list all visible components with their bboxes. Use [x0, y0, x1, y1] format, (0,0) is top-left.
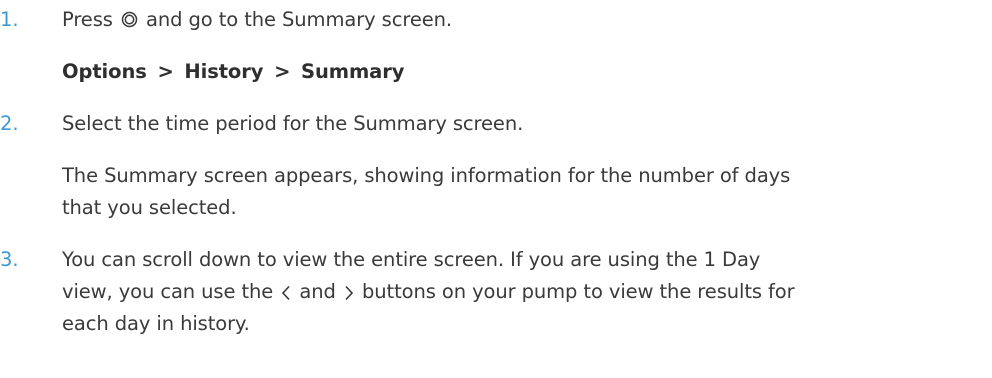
menu-path-separator: >	[157, 60, 174, 83]
step-text: view, you can use the and buttons on you…	[62, 280, 795, 304]
step-text-before: Press	[62, 8, 113, 31]
step-text-segment: buttons on your pump to view the results…	[362, 280, 795, 303]
step-number: 2.	[0, 112, 19, 135]
chevron-right-icon	[344, 283, 354, 300]
step-number: 3.	[0, 248, 19, 271]
menu-path-item: Summary	[301, 60, 405, 83]
step-text: You can scroll down to view the entire s…	[62, 248, 761, 271]
menu-path: Options > History > Summary	[62, 60, 404, 84]
step-text-segment: and	[299, 280, 336, 303]
step-text: Select the time period for the Summary s…	[62, 112, 524, 135]
step-result-text: The Summary screen appears, showing info…	[62, 164, 791, 187]
step-text-after: and go to the Summary screen.	[146, 8, 452, 31]
menu-path-item: Options	[62, 60, 147, 83]
step-number: 1.	[0, 8, 19, 31]
select-button-icon	[121, 10, 138, 28]
menu-path-separator: >	[274, 60, 291, 83]
step-result-text: that you selected.	[62, 196, 237, 219]
step-text: each day in history.	[62, 312, 250, 335]
step-text-segment: view, you can use the	[62, 280, 274, 303]
chevron-left-icon	[281, 283, 291, 300]
menu-path-item: History	[184, 60, 264, 83]
step-text: Press and go to the Summary screen.	[62, 8, 452, 32]
